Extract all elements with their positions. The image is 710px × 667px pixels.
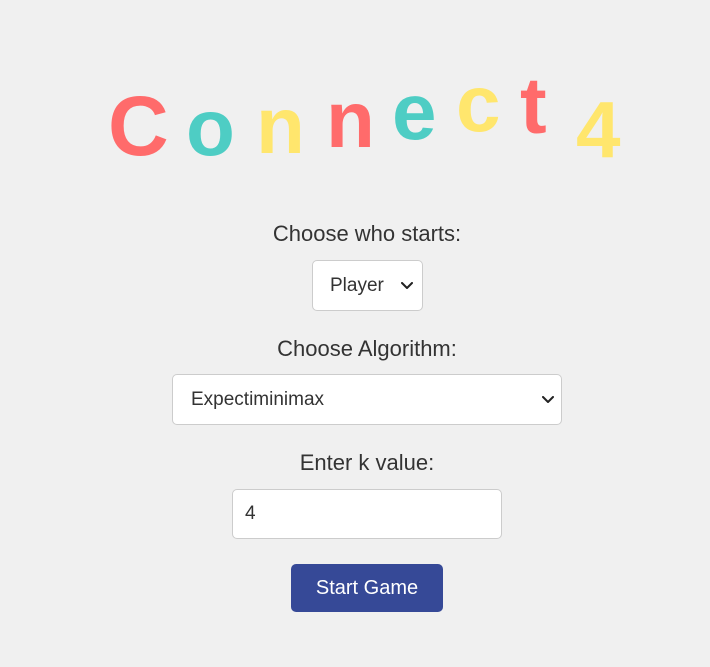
title-letter-e: e	[392, 67, 437, 156]
starter-select[interactable]: Player	[312, 260, 423, 311]
algorithm-select[interactable]: Expectiminimax	[172, 374, 562, 425]
title-letter-n2: n	[326, 75, 375, 164]
starter-label: Choose who starts:	[272, 221, 462, 246]
title-letter-o: o	[186, 83, 235, 172]
title-letter-n1: n	[256, 81, 305, 170]
connect4-setup-page: C o n n e c t 4 Choose who starts: Playe…	[0, 0, 710, 667]
k-value-input[interactable]: 4	[232, 489, 502, 539]
title-letter-c2: c	[456, 59, 501, 148]
k-value-text: 4	[245, 503, 256, 524]
title-letter-c: C	[108, 79, 169, 173]
chevron-down-icon	[541, 393, 555, 407]
k-value-label: Enter k value:	[299, 450, 435, 475]
start-game-button[interactable]: Start Game	[291, 564, 443, 612]
starter-selected-value: Player	[330, 274, 384, 296]
start-game-button-label: Start Game	[315, 576, 419, 599]
algorithm-selected-value: Expectiminimax	[191, 388, 325, 410]
algorithm-label: Choose Algorithm:	[277, 336, 457, 361]
title-digit-4: 4	[576, 85, 621, 174]
chevron-down-icon	[400, 279, 414, 293]
title-letter-t: t	[520, 61, 547, 150]
